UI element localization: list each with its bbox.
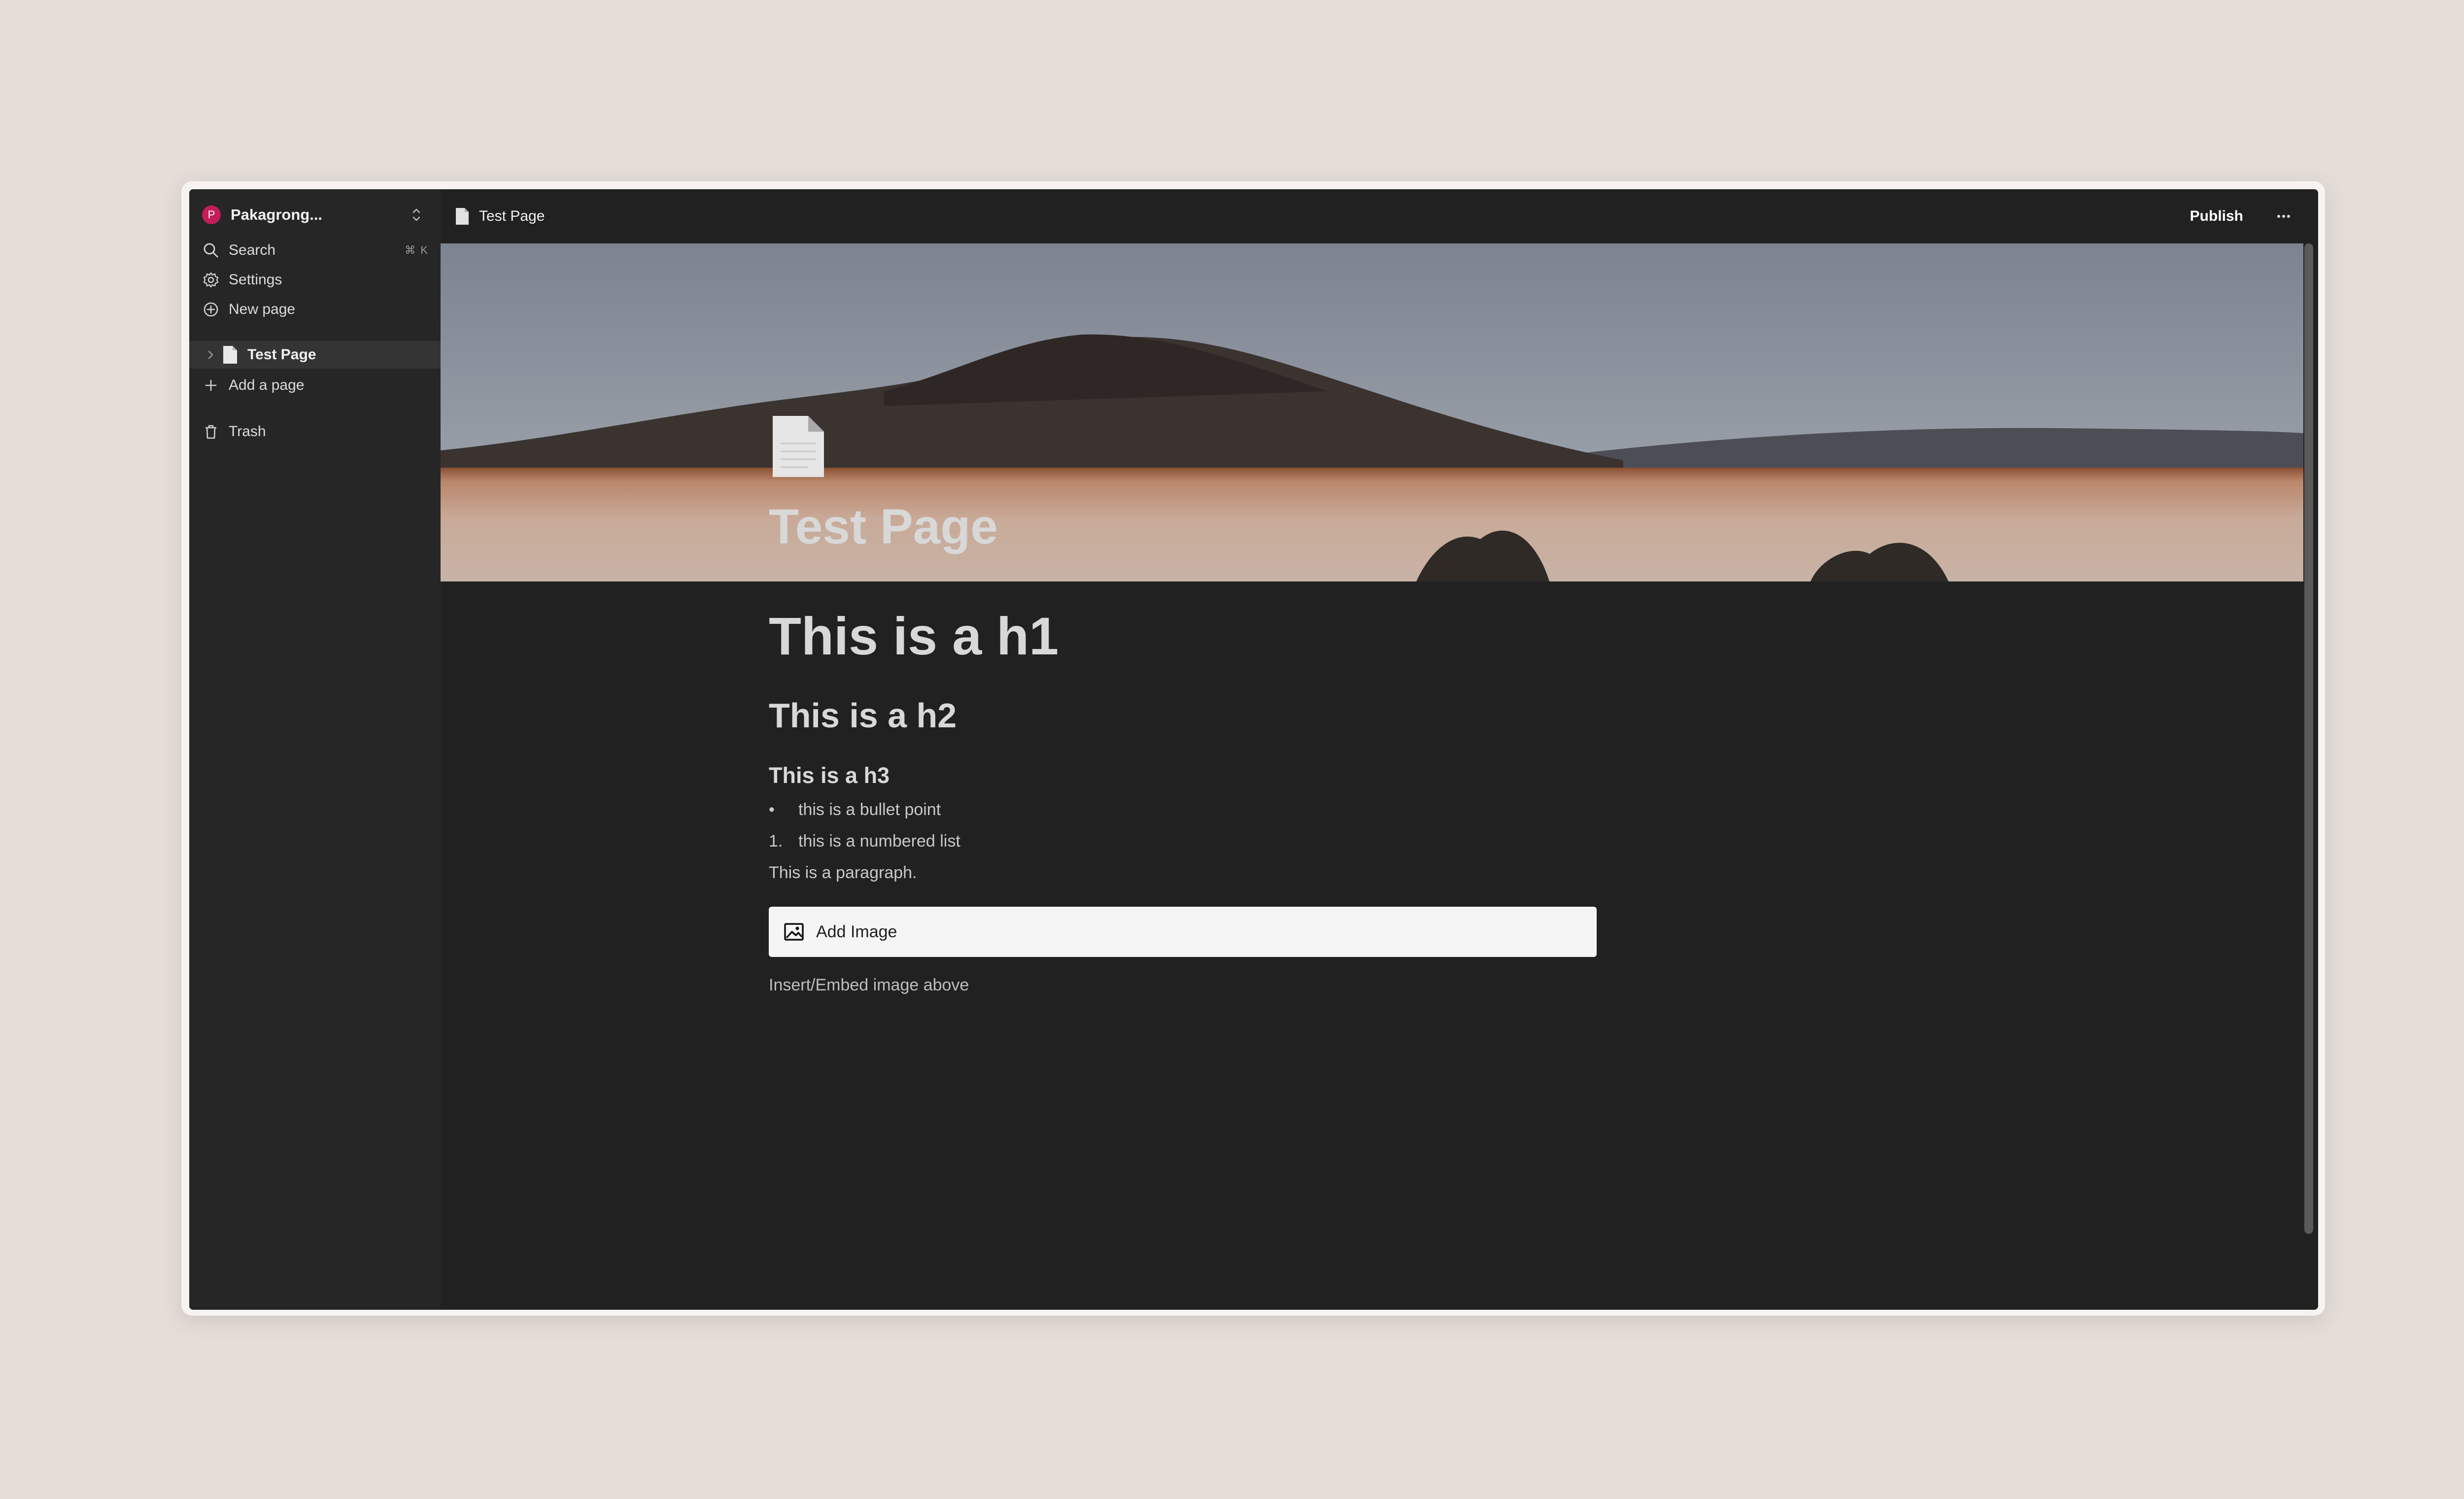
publish-button[interactable]: Publish: [2179, 203, 2254, 230]
gear-icon: [203, 272, 219, 288]
bullet-list-item[interactable]: • this is a bullet point: [769, 800, 941, 819]
more-options-button[interactable]: [2274, 206, 2293, 226]
workspace-name: Pakagrong...: [231, 206, 323, 223]
app-window: P Pakagrong... Search ⌘ K Settings New p…: [189, 189, 2318, 1310]
sidebar-item-add-page[interactable]: Add a page: [202, 373, 429, 398]
heading-2[interactable]: This is a h2: [769, 696, 957, 735]
cover-image[interactable]: [441, 243, 2303, 581]
plus-circle-icon: [204, 302, 218, 317]
plus-icon: [205, 379, 217, 391]
sidebar-item-label: New page: [229, 301, 296, 317]
search-icon: [204, 243, 218, 258]
chevron-right-icon[interactable]: [204, 348, 217, 361]
sidebar: P Pakagrong... Search ⌘ K Settings New p…: [189, 189, 441, 1310]
number-marker: 1.: [769, 832, 783, 851]
scrollbar[interactable]: [2304, 243, 2313, 1234]
heading-3[interactable]: This is a h3: [769, 763, 890, 788]
sidebar-item-label: Settings: [229, 272, 282, 288]
add-image-button[interactable]: Add Image: [769, 907, 1597, 957]
sidebar-item-new-page[interactable]: New page: [202, 297, 429, 322]
numbered-text: this is a numbered list: [798, 832, 960, 851]
page-title[interactable]: Test Page: [769, 499, 998, 555]
image-caption[interactable]: Insert/Embed image above: [769, 976, 969, 995]
sidebar-item-label: Trash: [229, 423, 266, 440]
document-icon: [223, 346, 237, 364]
page-document-icon[interactable]: [769, 414, 828, 479]
chevron-up-down-icon[interactable]: [409, 205, 424, 225]
bullet-marker: •: [769, 800, 775, 819]
add-image-label: Add Image: [816, 922, 897, 941]
image-icon: [784, 923, 804, 941]
bullet-text: this is a bullet point: [798, 800, 941, 819]
shortcut-hint: ⌘ K: [405, 244, 429, 256]
document-icon: [456, 208, 469, 225]
sidebar-item-settings[interactable]: Settings: [202, 267, 429, 293]
top-bar: Test Page Publish: [441, 189, 2318, 243]
sidebar-item-label: Add a page: [229, 377, 305, 393]
sidebar-item-search[interactable]: Search ⌘ K: [202, 238, 429, 263]
workspace-switcher[interactable]: P Pakagrong...: [202, 200, 424, 230]
breadcrumb[interactable]: Test Page: [479, 208, 545, 225]
heading-1[interactable]: This is a h1: [769, 605, 1059, 667]
sidebar-item-test-page[interactable]: Test Page: [189, 341, 441, 369]
avatar: P: [202, 205, 221, 224]
ellipsis-icon: [2277, 215, 2290, 218]
sidebar-item-label: Test Page: [247, 346, 316, 363]
paragraph[interactable]: This is a paragraph.: [769, 863, 917, 883]
numbered-list-item[interactable]: 1. this is a numbered list: [769, 832, 960, 851]
sidebar-item-trash[interactable]: Trash: [202, 419, 429, 444]
sidebar-item-label: Search: [229, 242, 276, 258]
trash-icon: [205, 425, 217, 439]
